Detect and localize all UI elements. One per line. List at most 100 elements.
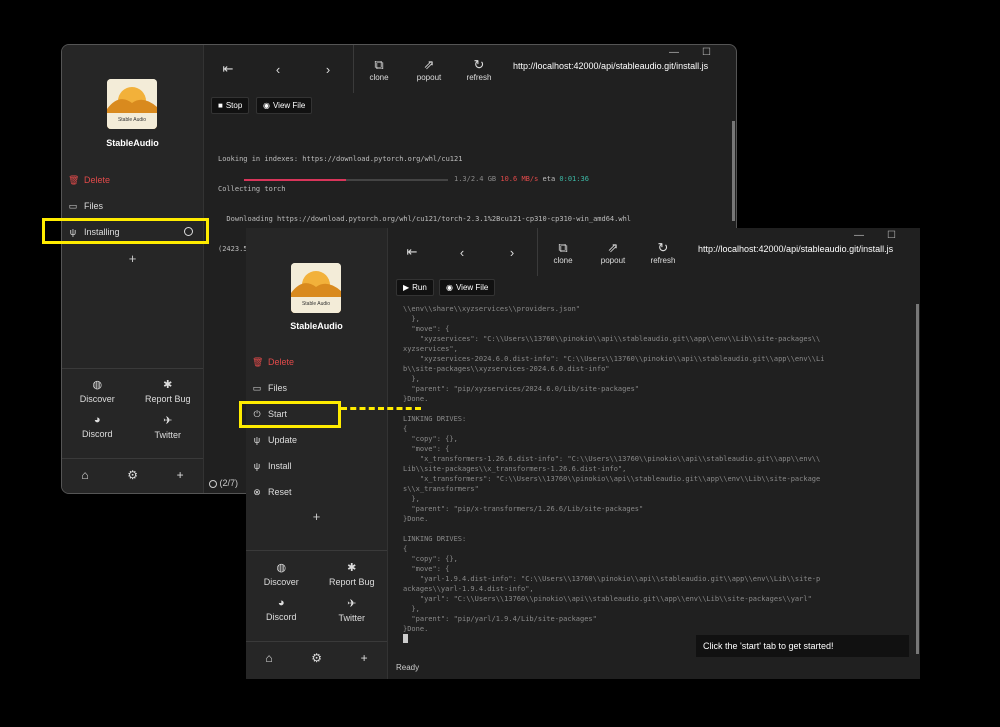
progress-size: 1.3/2.4 GB bbox=[454, 175, 497, 183]
clone-button[interactable]: ⧉ clone bbox=[538, 240, 588, 265]
stop-button[interactable]: ■ Stop bbox=[211, 97, 250, 114]
menu-label: Delete bbox=[268, 357, 295, 367]
twitter-link[interactable]: ✈ Twitter bbox=[317, 597, 388, 623]
progress-speed: 10.6 MB/s bbox=[500, 175, 539, 183]
menu-label: Files bbox=[84, 201, 104, 211]
refresh-label: refresh bbox=[466, 72, 492, 82]
popout-label: popout bbox=[416, 72, 442, 82]
popout-button[interactable]: ⇗ popout bbox=[588, 240, 638, 265]
plus-icon[interactable]: + bbox=[361, 651, 368, 665]
bug-icon: ✱ bbox=[163, 379, 173, 391]
bottom-bar: ⌂ ⚙ + bbox=[246, 651, 387, 665]
discord-link[interactable]: ◕ Discord bbox=[62, 414, 133, 440]
refresh-icon: ↻ bbox=[473, 56, 485, 72]
link-label: Report Bug bbox=[144, 394, 191, 404]
minimize-icon[interactable]: — bbox=[669, 47, 679, 58]
exit-button[interactable]: ⇤ bbox=[203, 61, 253, 77]
terminal-line: "x_transformers-1.26.6.dist-info": "C:\\… bbox=[403, 455, 821, 463]
discover-link[interactable]: ◍ Discover bbox=[246, 561, 317, 587]
app-name: StableAudio bbox=[290, 321, 343, 331]
link-label: Twitter bbox=[338, 613, 365, 623]
terminal-line: }, bbox=[403, 495, 420, 503]
logo-text: Stable Audio bbox=[302, 301, 330, 307]
add-button[interactable]: + bbox=[62, 251, 203, 266]
menu-label: Update bbox=[268, 435, 298, 445]
scrollbar[interactable] bbox=[732, 121, 735, 221]
update-menu-item[interactable]: ψ Update bbox=[246, 427, 387, 453]
delete-menu-item[interactable]: 🗑 Delete bbox=[246, 349, 387, 375]
terminal-output: \\env\\share\\xyzservices\\providers.jso… bbox=[403, 304, 915, 634]
run-button[interactable]: ▶ Run bbox=[396, 279, 434, 296]
stop-icon: ■ bbox=[218, 101, 223, 110]
terminal-line: "x_transformers": "C:\\Users\\13760\\pin… bbox=[403, 475, 821, 483]
home-icon[interactable]: ⌂ bbox=[81, 468, 88, 482]
discord-link[interactable]: ◕ Discord bbox=[246, 597, 317, 623]
clone-button[interactable]: ⧉ clone bbox=[354, 57, 404, 82]
view-file-button[interactable]: ◉ View File bbox=[256, 97, 313, 114]
trash-icon: 🗑 bbox=[252, 356, 264, 367]
exit-button[interactable]: ⇤ bbox=[387, 244, 437, 260]
url-bar[interactable]: http://localhost:42000/api/stableaudio.g… bbox=[698, 244, 920, 254]
home-icon[interactable]: ⌂ bbox=[265, 651, 272, 665]
discord-icon: ◕ bbox=[277, 597, 285, 609]
app-logo[interactable]: Stable Audio bbox=[107, 79, 157, 129]
view-file-button[interactable]: ◉ View File bbox=[439, 279, 496, 296]
twitter-icon: ✈ bbox=[347, 598, 357, 610]
terminal-line: Looking in indexes: https://download.pyt… bbox=[218, 155, 463, 163]
terminal-line: }, bbox=[403, 315, 420, 323]
bug-icon: ✱ bbox=[347, 562, 357, 574]
menu-label: Files bbox=[268, 383, 288, 393]
eye-icon: ◉ bbox=[263, 101, 270, 110]
popout-icon: ⇗ bbox=[423, 56, 435, 72]
maximize-icon[interactable]: ☐ bbox=[702, 47, 711, 58]
terminal-cursor[interactable] bbox=[403, 633, 408, 643]
forward-button[interactable]: › bbox=[487, 245, 537, 260]
download-progress-bar bbox=[244, 179, 448, 181]
files-menu-item[interactable]: ▭ Files bbox=[62, 193, 203, 219]
clone-label: clone bbox=[553, 255, 573, 265]
gear-icon[interactable]: ⚙ bbox=[127, 468, 138, 482]
terminal-line: "copy": {}, bbox=[403, 555, 458, 563]
discord-icon: ◕ bbox=[93, 414, 101, 426]
progress-eta-label: eta bbox=[542, 175, 556, 183]
copy-icon: ⧉ bbox=[558, 239, 568, 255]
delete-menu-item[interactable]: 🗑 Delete bbox=[62, 167, 203, 193]
twitter-link[interactable]: ✈ Twitter bbox=[133, 414, 204, 440]
maximize-icon[interactable]: ☐ bbox=[887, 230, 896, 241]
back-button[interactable]: ‹ bbox=[437, 245, 487, 260]
link-label: Report Bug bbox=[328, 577, 375, 587]
terminal-line: "xyzservices-2024.6.0.dist-info": "C:\\U… bbox=[403, 355, 825, 363]
logo-text: Stable Audio bbox=[118, 117, 146, 123]
url-bar[interactable]: http://localhost:42000/api/stableaudio.g… bbox=[513, 61, 735, 71]
terminal-line: "parent": "pip/x-transformers/1.26.6/Lib… bbox=[403, 505, 644, 513]
add-button[interactable]: + bbox=[246, 509, 387, 524]
gear-icon[interactable]: ⚙ bbox=[311, 651, 322, 665]
clone-label: clone bbox=[369, 72, 389, 82]
folder-icon: ▭ bbox=[252, 382, 262, 393]
terminal-line: xyzservices", bbox=[403, 345, 458, 353]
terminal-line: "parent": "pip/xyzservices/2024.6.0/Lib/… bbox=[403, 385, 640, 393]
discover-link[interactable]: ◍ Discover bbox=[62, 378, 133, 404]
bottom-bar: ⌂ ⚙ + bbox=[62, 468, 203, 482]
toolbar: ⇤ ‹ › ⧉ clone ⇗ popout ↻ refresh bbox=[203, 45, 504, 93]
minimize-icon[interactable]: — bbox=[854, 230, 864, 241]
files-menu-item[interactable]: ▭ Files bbox=[246, 375, 387, 401]
view-file-label: View File bbox=[272, 101, 306, 110]
scrollbar[interactable] bbox=[916, 304, 919, 654]
report-bug-link[interactable]: ✱ Report Bug bbox=[317, 561, 388, 587]
progress-fill bbox=[244, 179, 346, 181]
back-button[interactable]: ‹ bbox=[253, 62, 303, 77]
terminal-line: "yarl-1.9.4.dist-info": "C:\\Users\\1376… bbox=[403, 575, 821, 583]
app-logo[interactable]: Stable Audio bbox=[291, 263, 341, 313]
plus-icon[interactable]: + bbox=[177, 468, 184, 482]
reset-menu-item[interactable]: ⊗ Reset bbox=[246, 479, 387, 505]
links-grid: ◍ Discover ✱ Report Bug ◕ Discord ✈ Twitter bbox=[62, 378, 203, 440]
refresh-button[interactable]: ↻ refresh bbox=[638, 240, 688, 265]
refresh-button[interactable]: ↻ refresh bbox=[454, 57, 504, 82]
report-bug-link[interactable]: ✱ Report Bug bbox=[133, 378, 204, 404]
popout-button[interactable]: ⇗ popout bbox=[404, 57, 454, 82]
spinner-icon bbox=[209, 479, 217, 488]
forward-button[interactable]: › bbox=[303, 62, 353, 77]
install-menu-item[interactable]: ψ Install bbox=[246, 453, 387, 479]
